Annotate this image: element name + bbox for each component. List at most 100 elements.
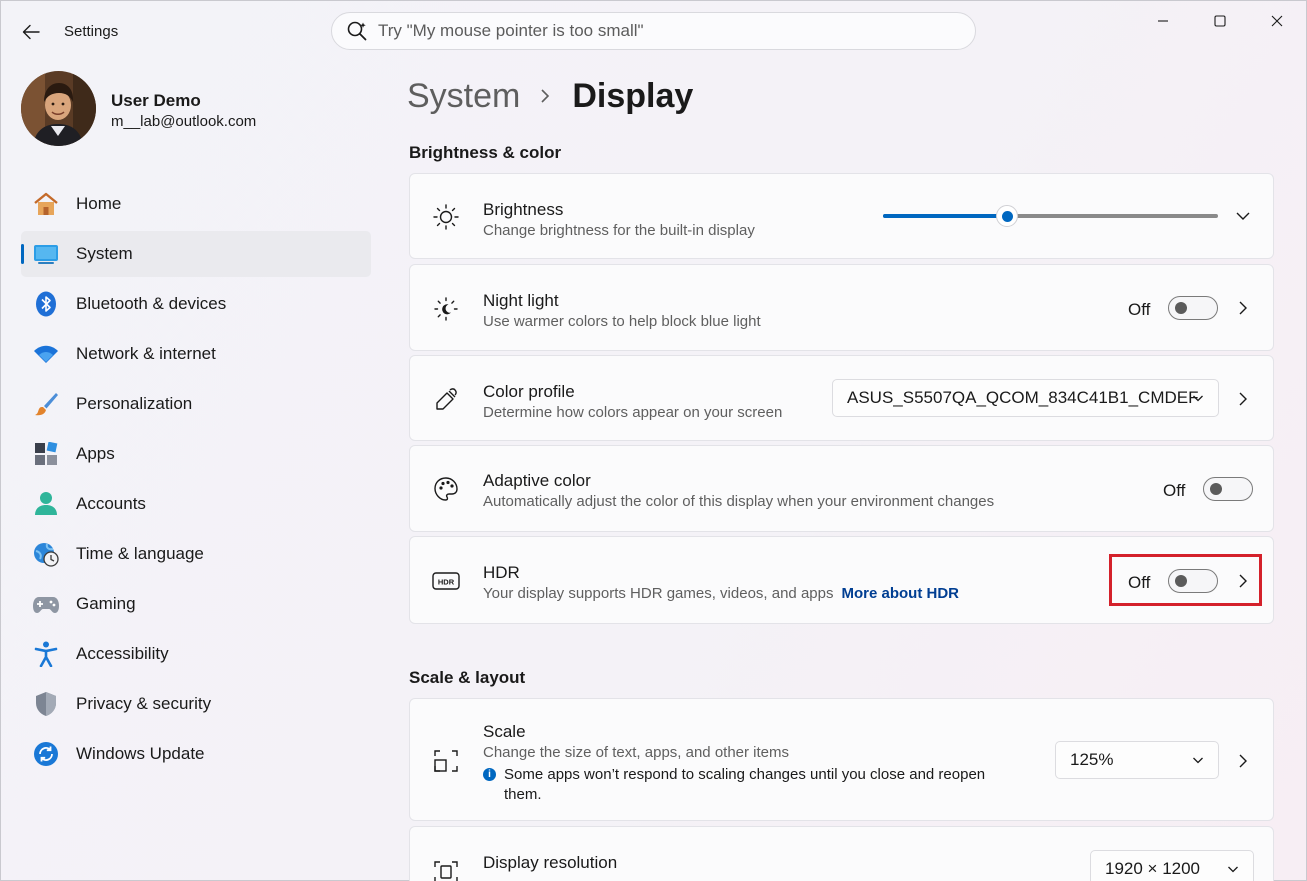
- brightness-slider-thumb[interactable]: [996, 205, 1018, 227]
- hdr-description: Your display supports HDR games, videos,…: [483, 585, 834, 602]
- sidebar-item-network-internet[interactable]: Network & internet: [21, 331, 371, 377]
- display-resolution-selected: 1920 × 1200: [1105, 859, 1201, 878]
- sidebar-item-home[interactable]: Home: [21, 181, 371, 227]
- toggle-knob: [1210, 483, 1222, 495]
- update-icon: [33, 741, 59, 767]
- color-profile-card[interactable]: Color profile Determine how colors appea…: [409, 355, 1274, 441]
- chevron-right-icon[interactable]: [1235, 300, 1251, 316]
- color-profile-title: Color profile: [483, 382, 575, 401]
- sidebar-item-apps[interactable]: Apps: [21, 431, 371, 477]
- chevron-down-icon: [1228, 866, 1238, 873]
- night-light-card[interactable]: Night light Use warmer colors to help bl…: [409, 264, 1274, 351]
- sidebar-item-bluetooth-devices[interactable]: Bluetooth & devices: [21, 281, 371, 327]
- scale-dropdown[interactable]: 125%: [1055, 741, 1219, 779]
- gamepad-icon: [33, 591, 59, 617]
- svg-text:HDR: HDR: [438, 578, 455, 587]
- back-button[interactable]: [18, 20, 44, 44]
- user-email: m__lab@outlook.com: [111, 113, 257, 130]
- accessibility-icon: [33, 641, 59, 667]
- accounts-icon: [33, 491, 59, 517]
- more-about-hdr-link[interactable]: More about HDR: [841, 585, 959, 602]
- sidebar-item-label: Apps: [76, 444, 115, 463]
- section-title-brightness-color: Brightness & color: [409, 143, 562, 162]
- minimize-button[interactable]: [1140, 6, 1186, 36]
- sidebar-item-personalization[interactable]: Personalization: [21, 381, 371, 427]
- sidebar-item-accessibility[interactable]: Accessibility: [21, 631, 371, 677]
- display-resolution-card: Display resolution 1920 × 1200: [409, 826, 1274, 881]
- info-icon: i: [483, 768, 496, 781]
- chevron-right-icon[interactable]: [1235, 753, 1251, 769]
- hdr-title: HDR: [483, 563, 520, 582]
- sidebar-nav: Home System Bluetooth & devices Network …: [21, 181, 371, 781]
- brightness-slider[interactable]: [883, 205, 1218, 227]
- sidebar-item-system[interactable]: System: [21, 231, 371, 277]
- shield-icon: [33, 691, 59, 717]
- display-resolution-dropdown[interactable]: 1920 × 1200: [1090, 850, 1254, 881]
- title-bar: Settings Try "My mouse pointer is too sm…: [0, 0, 1307, 62]
- sidebar-item-windows-update[interactable]: Windows Update: [21, 731, 371, 777]
- adaptive-color-state-label: Off: [1163, 481, 1186, 500]
- sidebar-item-label: Home: [76, 194, 122, 213]
- color-profile-description: Determine how colors appear on your scre…: [483, 404, 783, 421]
- scale-description: Change the size of text, apps, and other…: [483, 744, 790, 761]
- search-icon: [347, 21, 367, 41]
- hdr-highlight-box: [1109, 554, 1262, 606]
- color-profile-selected: ASUS_S5507QA_QCOM_834C41B1_CMDEF: [847, 388, 1199, 407]
- sidebar-item-label: Windows Update: [76, 744, 205, 763]
- sidebar-item-label: Time & language: [76, 544, 204, 563]
- back-arrow-icon: [22, 24, 40, 40]
- hdr-description-row: Your display supports HDR games, videos,…: [483, 585, 959, 602]
- resolution-icon: [430, 856, 462, 881]
- eyedropper-icon: [430, 384, 462, 416]
- sidebar-item-accounts[interactable]: Accounts: [21, 481, 371, 527]
- hdr-icon: HDR: [430, 565, 462, 597]
- breadcrumb-parent[interactable]: System: [407, 77, 520, 116]
- wifi-icon: [33, 341, 59, 367]
- scale-icon: [430, 745, 462, 777]
- sidebar-item-time-language[interactable]: Time & language: [21, 531, 371, 577]
- brush-icon: [33, 391, 59, 417]
- breadcrumb: System Display: [407, 74, 693, 118]
- page-title: Display: [572, 76, 694, 115]
- scale-card[interactable]: Scale Change the size of text, apps, and…: [409, 698, 1274, 821]
- apps-icon: [33, 441, 59, 467]
- brightness-title: Brightness: [483, 200, 564, 219]
- night-light-description: Use warmer colors to help block blue lig…: [483, 313, 761, 330]
- chevron-right-icon: [540, 88, 550, 104]
- chevron-right-icon[interactable]: [1235, 391, 1251, 407]
- display-resolution-title: Display resolution: [483, 853, 618, 872]
- maximize-icon: [1214, 15, 1226, 27]
- sidebar-item-privacy-security[interactable]: Privacy & security: [21, 681, 371, 727]
- night-light-toggle[interactable]: [1168, 296, 1218, 320]
- sun-icon: [430, 201, 462, 233]
- user-profile[interactable]: User Demo m__lab@outlook.com: [21, 71, 361, 147]
- adaptive-color-toggle[interactable]: [1203, 477, 1253, 501]
- adaptive-color-description: Automatically adjust the color of this d…: [483, 493, 995, 510]
- adaptive-color-title: Adaptive color: [483, 471, 591, 490]
- user-name: User Demo: [111, 91, 201, 110]
- toggle-knob: [1175, 302, 1187, 314]
- search-box[interactable]: Try "My mouse pointer is too small": [331, 12, 976, 50]
- chevron-down-icon[interactable]: [1235, 208, 1251, 224]
- night-light-title: Night light: [483, 291, 559, 310]
- globe-clock-icon: [33, 541, 59, 567]
- close-button[interactable]: [1254, 6, 1300, 36]
- close-icon: [1271, 15, 1283, 27]
- sidebar-item-gaming[interactable]: Gaming: [21, 581, 371, 627]
- app-title: Settings: [64, 23, 119, 40]
- sidebar-item-label: Accounts: [76, 494, 146, 513]
- color-profile-dropdown[interactable]: ASUS_S5507QA_QCOM_834C41B1_CMDEF: [832, 379, 1219, 417]
- bluetooth-icon: [33, 291, 59, 317]
- chevron-down-icon: [1193, 395, 1203, 402]
- palette-icon: [430, 473, 462, 505]
- sidebar-item-label: Personalization: [76, 394, 193, 413]
- sidebar-item-label: Bluetooth & devices: [76, 294, 227, 313]
- sidebar-item-label: Accessibility: [76, 644, 169, 663]
- search-input[interactable]: Try "My mouse pointer is too small": [378, 21, 644, 41]
- scale-selected: 125%: [1070, 750, 1114, 769]
- adaptive-color-card: Adaptive color Automatically adjust the …: [409, 445, 1274, 532]
- maximize-button[interactable]: [1197, 6, 1243, 36]
- system-icon: [33, 241, 59, 267]
- chevron-down-icon: [1193, 757, 1203, 764]
- night-light-state-label: Off: [1128, 300, 1151, 319]
